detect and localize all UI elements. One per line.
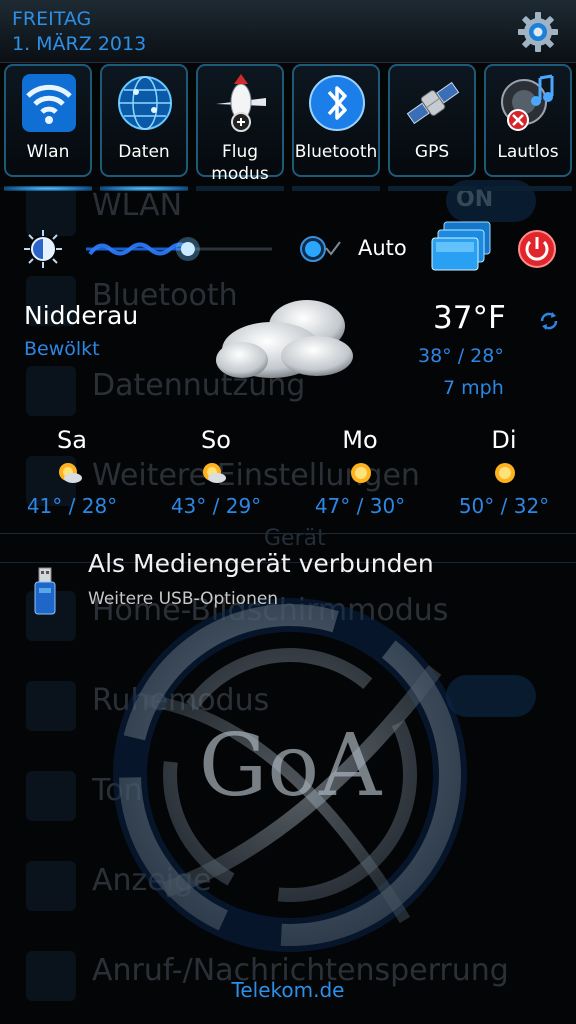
bg-display-icon <box>26 861 76 911</box>
weather-high-low: 38° / 28° <box>418 345 504 367</box>
weather-wind: 7 mph <box>443 377 504 399</box>
forecast-temps: 41° / 28° <box>26 494 118 518</box>
airplane-icon <box>216 74 266 132</box>
date-label: 1. MÄRZ 2013 <box>12 33 147 55</box>
usb-icon <box>34 567 56 615</box>
goa-logo: GoA <box>113 598 467 952</box>
toggle-gps[interactable]: GPS <box>388 64 476 177</box>
bluetooth-icon <box>309 75 365 131</box>
partly-cloudy-icon <box>59 463 82 483</box>
task-switcher-icon[interactable] <box>428 218 496 278</box>
toggle-label: Daten <box>118 142 170 162</box>
forecast-temps: 47° / 30° <box>314 494 406 518</box>
toggle-label-line2: modus <box>211 164 269 184</box>
power-button[interactable] <box>517 229 557 269</box>
bg-block-icon <box>26 681 76 731</box>
toggle-label: Lautlos <box>497 142 559 162</box>
notification-title[interactable]: Als Mediengerät verbunden <box>88 549 434 578</box>
cloudy-icon <box>216 300 353 378</box>
toggle-flugmodus[interactable]: Flug modus <box>196 64 284 184</box>
brightness-slider-glow <box>175 237 200 261</box>
toggle-lautlos[interactable]: Lautlos <box>484 64 572 177</box>
notification-divider <box>0 533 576 534</box>
auto-brightness-checkbox[interactable] <box>298 234 344 264</box>
toggle-indicator-wlan <box>4 186 92 191</box>
goa-logo-text: GoA <box>199 716 382 816</box>
forecast-day: Mo <box>342 426 378 454</box>
forecast-temps: 43° / 29° <box>170 494 262 518</box>
partly-cloudy-icon <box>203 463 226 483</box>
forecast-day: Di <box>491 426 517 454</box>
weather-temperature: 37°F <box>433 300 506 336</box>
toggle-label: Flug <box>221 142 259 162</box>
sun-icon <box>351 463 371 483</box>
toggle-label: Wlan <box>26 142 70 162</box>
brightness-icon <box>24 230 62 268</box>
bg-music-icon <box>26 771 76 821</box>
forecast-temps: 50° / 32° <box>458 494 550 518</box>
weather-condition: Bewölkt <box>24 338 100 360</box>
sun-icon <box>495 463 515 483</box>
notification-subtitle: Weitere USB-Optionen <box>88 589 279 609</box>
weather-city[interactable]: Nidderau <box>24 301 138 330</box>
toggle-indicator-bluetooth <box>292 186 380 191</box>
toggle-indicator-flugmodus <box>196 186 284 191</box>
toggle-label: Bluetooth <box>294 142 378 162</box>
forecast-day: Sa <box>57 426 87 454</box>
status-header: FREITAG 1. MÄRZ 2013 <box>0 0 576 63</box>
auto-brightness-label: Auto <box>358 236 407 260</box>
toggle-indicator-daten <box>100 186 188 191</box>
wifi-icon <box>22 74 76 132</box>
forecast-day: So <box>201 426 231 454</box>
toggle-bluetooth[interactable]: Bluetooth <box>292 64 380 177</box>
carrier-label: Telekom.de <box>231 978 345 1002</box>
toggle-label: GPS <box>414 142 450 162</box>
bg-data-icon <box>26 366 76 416</box>
globe-network-icon <box>118 76 172 130</box>
weekday-label: FREITAG <box>12 8 92 30</box>
bg-row-label: WLAN <box>92 188 183 223</box>
bg-section-label: Gerät <box>264 526 326 551</box>
toggle-indicator-lautlos <box>484 186 572 191</box>
toggle-indicator-gps <box>388 186 476 191</box>
speaker-muted-icon <box>501 74 554 131</box>
toggle-daten[interactable]: Daten <box>100 64 188 177</box>
satellite-icon <box>406 81 460 125</box>
refresh-icon[interactable] <box>538 310 560 332</box>
toggle-wlan[interactable]: Wlan <box>4 64 92 177</box>
gear-icon[interactable] <box>516 10 560 54</box>
brightness-slider[interactable] <box>86 236 272 262</box>
